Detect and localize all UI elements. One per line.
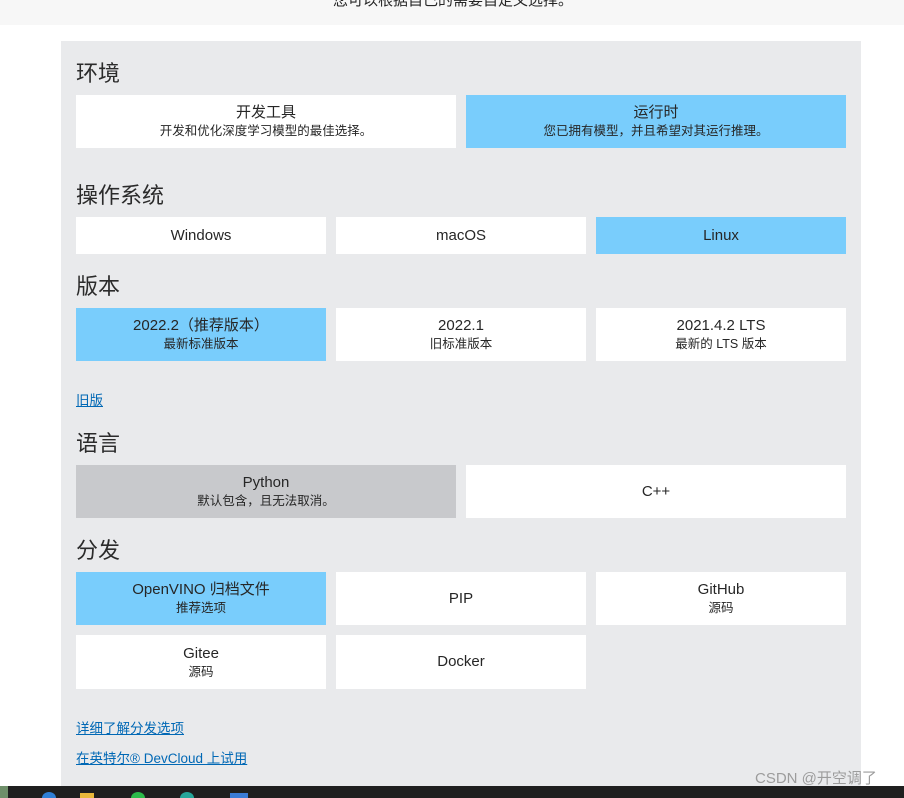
option-label: C++ <box>641 482 671 500</box>
option-label: 2022.1 <box>438 317 484 334</box>
option-label: 运行时 <box>633 104 679 121</box>
option-openvino-archive[interactable]: OpenVINO 归档文件 推荐选项 <box>76 572 326 625</box>
option-version-2021-4-2-lts[interactable]: 2021.4.2 LTS 最新的 LTS 版本 <box>596 308 846 361</box>
browser-icon[interactable] <box>42 792 56 798</box>
taskbar <box>0 786 904 798</box>
option-label: Linux <box>703 226 739 244</box>
option-sublabel: 最新标准版本 <box>163 337 239 351</box>
option-label: Python <box>242 474 290 491</box>
option-macos[interactable]: macOS <box>336 217 586 254</box>
option-sublabel: 默认包含，且无法取消。 <box>197 494 335 508</box>
option-windows[interactable]: Windows <box>76 217 326 254</box>
folder-icon[interactable] <box>80 793 94 798</box>
option-sublabel: 您已拥有模型，并且希望对其运行推理。 <box>543 124 769 138</box>
section-title-environment: 环境 <box>76 61 121 86</box>
option-sublabel: 开发和优化深度学习模型的最佳选择。 <box>159 124 373 138</box>
devcloud-link[interactable]: 在英特尔® DevCloud 上试用 <box>76 750 247 768</box>
section-title-language: 语言 <box>76 431 121 456</box>
option-sublabel: 源码 <box>188 664 214 679</box>
start-icon[interactable] <box>0 786 8 798</box>
option-label: macOS <box>435 226 486 244</box>
option-python: Python 默认包含，且无法取消。 <box>76 465 456 518</box>
download-selector-panel: 环境 开发工具 开发和优化深度学习模型的最佳选择。 运行时 您已拥有模型，并且希… <box>61 41 861 786</box>
app-icon[interactable] <box>230 793 248 798</box>
option-sublabel: 旧标准版本 <box>429 337 493 351</box>
option-label: Gitee <box>183 644 219 662</box>
legacy-versions-link[interactable]: 旧版 <box>76 392 103 410</box>
section-title-os: 操作系统 <box>76 183 165 208</box>
option-cpp[interactable]: C++ <box>466 465 846 518</box>
option-version-2022-1[interactable]: 2022.1 旧标准版本 <box>336 308 586 361</box>
option-gitee[interactable]: Gitee 源码 <box>76 635 326 689</box>
option-docker[interactable]: Docker <box>336 635 586 689</box>
option-label: Docker <box>437 653 485 670</box>
option-runtime[interactable]: 运行时 您已拥有模型，并且希望对其运行推理。 <box>466 95 846 148</box>
top-intro-strip: 您可以根据自己的需要自定义选择。 <box>0 0 904 25</box>
option-version-2022-2[interactable]: 2022.2（推荐版本） 最新标准版本 <box>76 308 326 361</box>
option-label: OpenVINO 归档文件 <box>132 581 270 598</box>
option-sublabel: 推荐选项 <box>175 601 226 615</box>
option-label: GitHub <box>697 581 745 598</box>
option-sublabel: 最新的 LTS 版本 <box>675 337 767 351</box>
wechat-icon[interactable] <box>131 792 145 798</box>
option-github[interactable]: GitHub 源码 <box>596 572 846 625</box>
section-title-version: 版本 <box>76 274 121 299</box>
option-sublabel: 源码 <box>708 601 734 615</box>
chrome-icon[interactable] <box>180 792 194 798</box>
option-label: Windows <box>170 226 232 244</box>
option-label: PIP <box>448 589 474 607</box>
option-label: 2022.2（推荐版本） <box>133 317 269 334</box>
distribution-details-link[interactable]: 详细了解分发选项 <box>76 720 184 738</box>
option-label: 开发工具 <box>235 104 296 121</box>
intro-text: 您可以根据自己的需要自定义选择。 <box>333 0 574 9</box>
option-pip[interactable]: PIP <box>336 572 586 625</box>
section-title-distribution: 分发 <box>76 538 121 563</box>
option-label: 2021.4.2 LTS <box>676 317 766 334</box>
option-linux[interactable]: Linux <box>596 217 846 254</box>
option-dev-tools[interactable]: 开发工具 开发和优化深度学习模型的最佳选择。 <box>76 95 456 148</box>
